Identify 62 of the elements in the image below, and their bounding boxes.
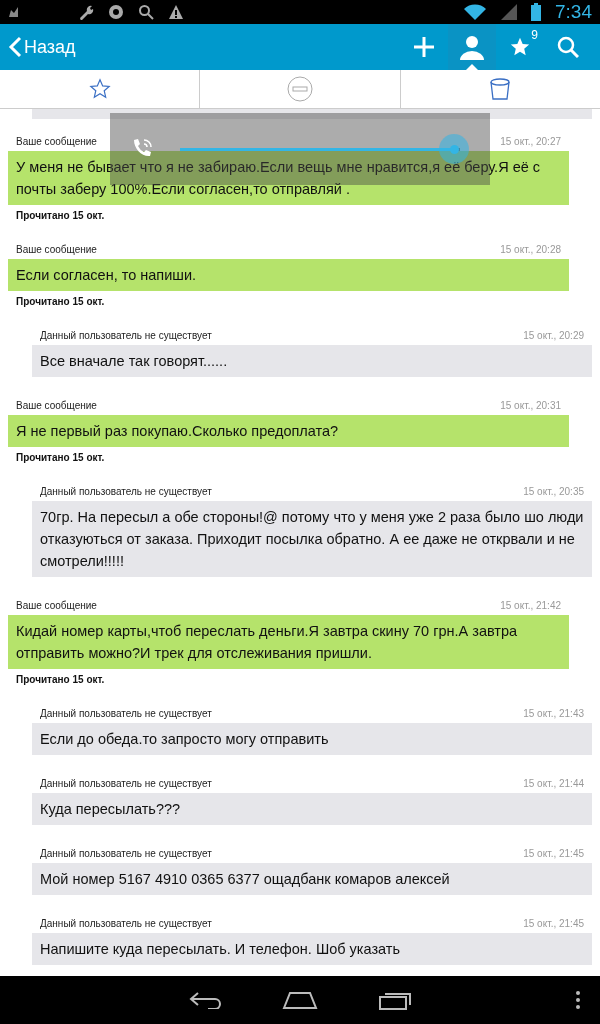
back-icon xyxy=(188,991,222,1009)
sender-label: Данный пользователь не существует xyxy=(40,777,212,789)
home-nav-button[interactable] xyxy=(282,991,318,1009)
menu-icon xyxy=(576,991,580,1009)
sender-label: Ваше сообщение xyxy=(16,243,97,255)
sender-label: Ваше сообщение xyxy=(16,599,97,611)
star-icon xyxy=(88,78,111,100)
back-nav-button[interactable] xyxy=(188,991,222,1009)
signal-icon xyxy=(501,4,517,20)
message-bubble: Я не первый раз покупаю.Сколько предоплата? xyxy=(8,415,569,447)
favorites-button[interactable]: 9 xyxy=(496,24,544,70)
message-time: 15 окт., 21:42 xyxy=(500,599,561,611)
trash-icon xyxy=(489,77,512,101)
sender-label: Ваше сообщение xyxy=(16,135,97,147)
message-bubble: Куда пересылать??? xyxy=(32,793,592,825)
message-time: 15 окт., 21:45 xyxy=(523,917,584,929)
home-icon xyxy=(282,991,318,1009)
sender-label: Данный пользователь не существует xyxy=(40,707,212,719)
search-icon xyxy=(557,36,579,58)
message-time: 15 окт., 21:44 xyxy=(523,777,584,789)
message-bubble: Если согласен, то напиши. xyxy=(8,259,569,291)
recents-icon xyxy=(378,990,412,1010)
message-time: 15 окт., 20:31 xyxy=(500,399,561,411)
message-bubble: У меня не бывает что я не забираю.Если вещь мне нравится,я её беру.Я её с почты заберу 100%.Если согласен,то отправляй . xyxy=(8,151,569,205)
back-button[interactable]: Назад xyxy=(8,36,76,58)
message-bubble: Кидай номер карты,чтоб переслать деньги.Я завтра скину 70 грн.А завтра отправить можно?И трек для отслеживания пришли. xyxy=(8,615,569,669)
message-bubble: Если до обеда.то запросто могу отправить xyxy=(32,723,592,755)
message-bubble: 70гр. На пересыл а обе стороны!@ потому что у меня уже 2 раза было шо люди отказуються от заказа. Приходит посылка обратно. А ее даже не открвали и не смотрели!!!!! xyxy=(32,501,592,577)
wrench-icon xyxy=(78,4,94,20)
sender-label: Данный пользователь не существует xyxy=(40,485,212,497)
message-time: 15 окт., 20:29 xyxy=(523,329,584,341)
contacts-button[interactable] xyxy=(448,24,496,70)
overflow-menu-button[interactable] xyxy=(576,991,580,1009)
browser-icon xyxy=(108,4,124,20)
star-icon xyxy=(509,36,531,58)
read-receipt: Прочитано 15 окт. xyxy=(15,451,106,463)
sender-label: Ваше сообщение xyxy=(16,399,97,411)
chevron-icon xyxy=(8,36,22,58)
message-time: 15 окт., 21:45 xyxy=(523,847,584,859)
read-receipt: Прочитано 15 окт. xyxy=(15,295,106,307)
warning-icon xyxy=(168,4,184,20)
message-bubble: Мой номер 5167 4910 0365 6377 ощадбанк комаров алексей xyxy=(32,863,592,895)
message-time: 15 окт., 20:27 xyxy=(500,135,561,147)
recents-nav-button[interactable] xyxy=(378,990,412,1010)
clock: 7:34 xyxy=(555,1,592,23)
message-time: 15 окт., 20:35 xyxy=(523,485,584,497)
sender-label: Данный пользователь не существует xyxy=(40,329,212,341)
favorites-count: 9 xyxy=(531,28,538,42)
battery-icon xyxy=(531,3,541,21)
message-time: 15 окт., 20:28 xyxy=(500,243,561,255)
wifi-icon xyxy=(463,3,487,21)
search-icon xyxy=(138,4,154,20)
sender-label: Данный пользователь не существует xyxy=(40,847,212,859)
sender-label: Данный пользователь не существует xyxy=(40,917,212,929)
message-bubble: Все вначале так говорят...... xyxy=(32,345,592,377)
block-icon xyxy=(287,76,313,102)
read-receipt: Прочитано 15 окт. xyxy=(15,673,106,685)
read-receipt: Прочитано 15 окт. xyxy=(15,209,106,221)
person-icon xyxy=(459,34,485,60)
message-time: 15 окт., 21:43 xyxy=(523,707,584,719)
message-bubble: Напишите куда пересылать. И телефон. Шоб указать xyxy=(32,933,592,965)
plus-icon xyxy=(413,36,435,58)
